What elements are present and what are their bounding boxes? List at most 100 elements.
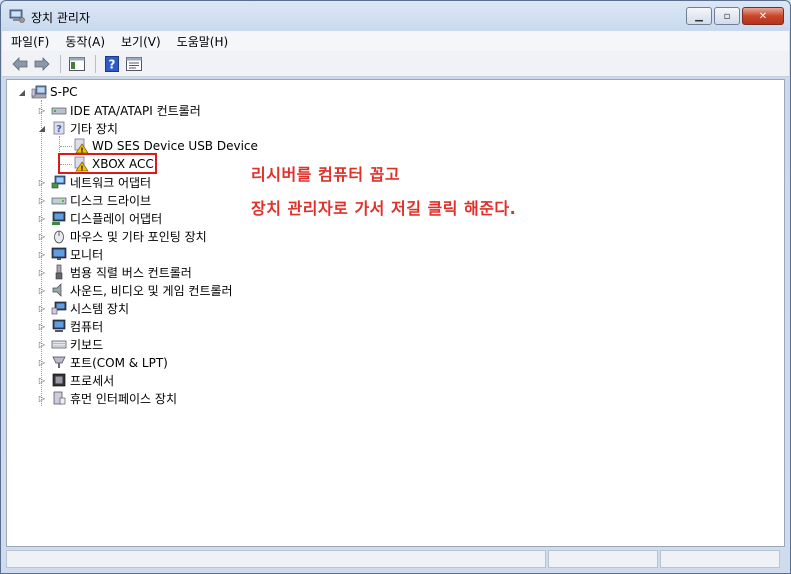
expand-arrow-icon[interactable]: ▷: [37, 321, 47, 331]
tree-item-label: 시스템 장치: [70, 301, 130, 316]
help-button[interactable]: ?: [102, 54, 122, 74]
device-manager-window: 장치 관리자 ▁ ▫ ✕ 파일(F) 동작(A) 보기(V) 도움말(H) ?: [0, 0, 791, 574]
port-icon: [52, 356, 66, 368]
mouse-icon: [54, 230, 64, 244]
menu-action[interactable]: 동작(A): [56, 33, 112, 50]
keyboard-icon: [51, 340, 67, 349]
expand-arrow-icon[interactable]: ▷: [37, 357, 47, 367]
expand-arrow-icon[interactable]: ▷: [37, 195, 47, 205]
back-arrow-icon: [12, 56, 28, 71]
tree-item-mouse[interactable]: ▷ 마우스 및 기타 포인팅 장치: [37, 227, 207, 245]
tree-view-icon: [69, 56, 85, 71]
tree-root-label: S-PC: [50, 85, 78, 99]
tree-item-label: 모니터: [70, 247, 104, 262]
network-adapter-icon: [51, 175, 66, 189]
properties-icon: [126, 56, 142, 71]
maximize-icon: ▫: [723, 10, 731, 22]
status-bar: [6, 550, 785, 570]
properties-button[interactable]: [124, 54, 144, 74]
tree-item-keyboard[interactable]: ▷ 키보드: [37, 335, 103, 353]
help-icon: ?: [105, 55, 119, 72]
tree-item-label: WD SES Device USB Device: [92, 139, 258, 153]
show-hide-tree-button[interactable]: [67, 54, 87, 74]
monitor-icon: [51, 247, 67, 260]
processor-icon: [52, 373, 66, 387]
status-cell: [548, 550, 658, 568]
tree-item-label: 프로세서: [70, 373, 115, 388]
tree-item-usb[interactable]: ▷ 범용 직렬 버스 컨트롤러: [37, 263, 192, 281]
window-title: 장치 관리자: [31, 11, 91, 25]
tree-item-sound[interactable]: ▷ 사운드, 비디오 및 게임 컨트롤러: [37, 281, 233, 299]
sound-icon: [52, 283, 62, 297]
minimize-button[interactable]: ▁: [686, 7, 712, 25]
device-tree-pane[interactable]: ◢ S-PC ▷ IDE ATA/ATAPI 컨트롤러 ◢ ? 기타 장치 ! …: [6, 79, 785, 547]
tree-item-other-devices[interactable]: ◢ ? 기타 장치: [37, 119, 118, 137]
menu-help[interactable]: 도움말(H): [168, 33, 236, 50]
tree-item-ide[interactable]: ▷ IDE ATA/ATAPI 컨트롤러: [37, 101, 201, 119]
close-button[interactable]: ✕: [742, 7, 784, 25]
tree-item-processor[interactable]: ▷ 프로세서: [37, 371, 114, 389]
expand-arrow-icon[interactable]: ▷: [37, 177, 47, 187]
tree-item-monitor[interactable]: ▷ 모니터: [37, 245, 103, 263]
tree-item-computer[interactable]: ▷ 컴퓨터: [37, 317, 103, 335]
svg-text:?: ?: [109, 57, 116, 71]
highlight-box: [58, 153, 157, 174]
svg-text:?: ?: [56, 124, 62, 135]
expand-arrow-icon[interactable]: ▷: [37, 339, 47, 349]
status-cell: [6, 550, 546, 568]
expand-arrow-icon[interactable]: ▷: [37, 105, 47, 115]
system-device-icon: [51, 301, 67, 315]
ide-controller-icon: [51, 107, 67, 115]
warning-device-icon: !: [74, 138, 89, 154]
tree-item-label: 네트워크 어댑터: [70, 175, 152, 190]
tree-item-system[interactable]: ▷ 시스템 장치: [37, 299, 129, 317]
back-button[interactable]: [10, 54, 30, 74]
collapse-arrow-icon[interactable]: ◢: [37, 123, 47, 133]
close-icon: ✕: [758, 10, 768, 22]
computer-root-icon: [31, 85, 47, 99]
forward-button[interactable]: [32, 54, 52, 74]
tree-item-display[interactable]: ▷ 디스플레이 어댑터: [37, 209, 162, 227]
tree-item-label: 휴먼 인터페이스 장치: [70, 391, 177, 406]
device-manager-icon: [9, 9, 25, 23]
toolbar-separator: [60, 54, 61, 73]
toolbar-separator: [95, 54, 96, 73]
menu-file[interactable]: 파일(F): [2, 33, 56, 50]
tree-item-label: 컴퓨터: [70, 319, 104, 334]
tree-item-label: 포트(COM & LPT): [70, 355, 168, 370]
tree-connector: [60, 146, 72, 147]
tree-item-label: 범용 직렬 버스 컨트롤러: [70, 265, 192, 280]
expand-arrow-icon[interactable]: ▷: [37, 213, 47, 223]
tree-item-label: 디스크 드라이브: [70, 193, 152, 208]
tree-item-label: IDE ATA/ATAPI 컨트롤러: [70, 103, 201, 118]
computer-icon: [52, 319, 66, 332]
menu-view[interactable]: 보기(V): [112, 33, 168, 50]
expand-arrow-icon[interactable]: ▷: [37, 231, 47, 241]
hid-icon: [53, 391, 66, 405]
tree-item-network[interactable]: ▷ 네트워크 어댑터: [37, 173, 151, 191]
expand-arrow-icon[interactable]: ▷: [37, 303, 47, 313]
tree-item-label: 마우스 및 기타 포인팅 장치: [70, 229, 207, 244]
expand-arrow-icon[interactable]: ▷: [37, 285, 47, 295]
title-bar[interactable]: 장치 관리자 ▁ ▫ ✕: [1, 1, 790, 31]
annotation-line-1: 리시버를 컴퓨터 꼽고: [251, 165, 401, 184]
expand-arrow-icon[interactable]: ▷: [37, 393, 47, 403]
expand-arrow-icon[interactable]: ▷: [37, 375, 47, 385]
tree-item-label: 디스플레이 어댑터: [70, 211, 163, 226]
tree-item-hid[interactable]: ▷ 휴먼 인터페이스 장치: [37, 389, 177, 407]
status-cell: [660, 550, 780, 568]
tree-item-label: 사운드, 비디오 및 게임 컨트롤러: [70, 283, 233, 298]
usb-icon: [55, 264, 63, 280]
expand-arrow-icon[interactable]: ▷: [37, 267, 47, 277]
expand-arrow-icon[interactable]: ▷: [37, 249, 47, 259]
unknown-device-icon: ?: [53, 121, 65, 135]
tree-item-ports[interactable]: ▷ 포트(COM & LPT): [37, 353, 168, 371]
tree-root[interactable]: ◢ S-PC: [17, 83, 78, 101]
disk-drive-icon: [51, 197, 67, 205]
tree-item-label: 키보드: [70, 337, 104, 352]
tree-item-disk[interactable]: ▷ 디스크 드라이브: [37, 191, 151, 209]
collapse-arrow-icon[interactable]: ◢: [17, 87, 27, 97]
tree-item-label: 기타 장치: [70, 121, 118, 136]
annotation-line-2: 장치 관리자로 가서 저길 클릭 해준다.: [251, 199, 517, 218]
maximize-button[interactable]: ▫: [714, 7, 740, 25]
